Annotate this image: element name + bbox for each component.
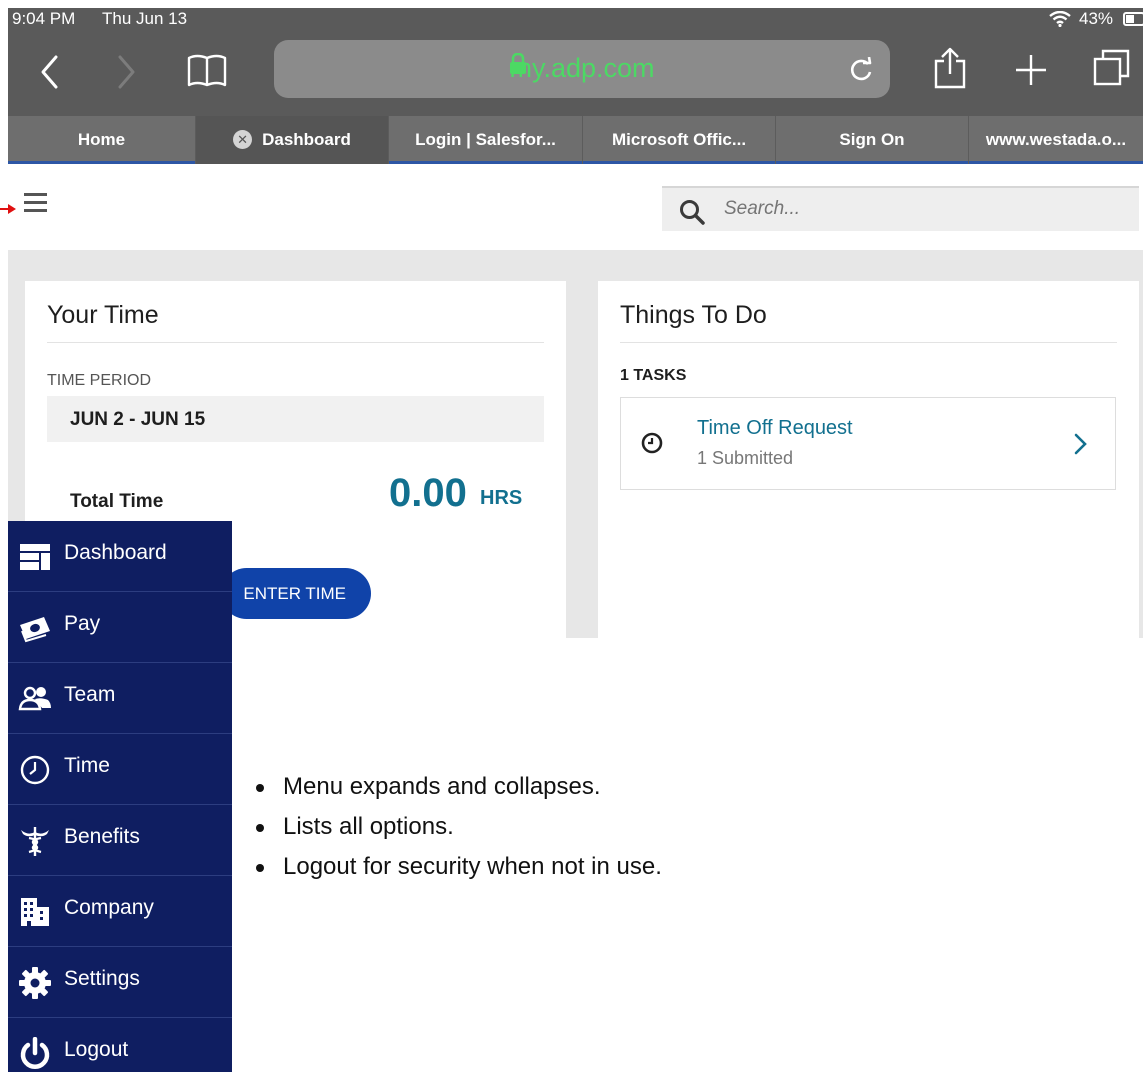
menu-label: Benefits — [64, 825, 140, 848]
clock-icon — [641, 432, 663, 454]
tab-salesforce[interactable]: Login | Salesfor... — [389, 116, 583, 164]
tab-label: Microsoft Offic... — [611, 130, 747, 149]
menu-item-logout[interactable]: Logout — [8, 1018, 232, 1089]
task-item-time-off-request[interactable]: Time Off Request 1 Submitted — [620, 397, 1116, 490]
menu-label: Team — [64, 683, 116, 706]
battery-percentage: 43% — [1079, 9, 1114, 28]
menu-label: Settings — [64, 967, 140, 990]
hamburger-menu-icon[interactable] — [24, 193, 47, 213]
status-date: Thu Jun 13 — [102, 9, 188, 28]
reload-icon[interactable] — [848, 57, 874, 83]
tab-label: Sign On — [839, 130, 905, 149]
divider — [620, 342, 1117, 343]
hours-unit: HRS — [480, 487, 523, 509]
caduceus-icon — [21, 827, 49, 856]
battery-icon — [1123, 12, 1143, 26]
hours-value: 0.00 — [389, 471, 467, 515]
menu-item-dashboard[interactable]: Dashboard — [8, 521, 232, 592]
clock-icon — [20, 755, 50, 785]
tab-label: Dashboard — [262, 130, 351, 149]
menu-label: Company — [64, 896, 154, 919]
forward-icon[interactable] — [116, 54, 138, 90]
menu-item-team[interactable]: Team — [8, 663, 232, 734]
new-tab-icon[interactable] — [1013, 52, 1049, 88]
lock-icon — [510, 53, 527, 74]
menu-item-benefits[interactable]: Benefits — [8, 805, 232, 876]
back-icon[interactable] — [38, 54, 60, 90]
search-icon[interactable] — [679, 199, 705, 225]
note-item: Menu expands and collapses. — [254, 771, 662, 811]
tab-dashboard[interactable]: ✕ Dashboard — [196, 116, 389, 164]
tasks-count-label: 1 TASKS — [620, 367, 687, 384]
time-period-box: JUN 2 - JUN 15 — [47, 396, 544, 442]
wifi-icon — [1049, 11, 1071, 27]
tab-label: Login | Salesfor... — [415, 130, 556, 149]
url: my.adp.com — [509, 53, 655, 83]
address-bar[interactable]: my.adp.com — [274, 40, 890, 98]
team-icon — [18, 686, 51, 711]
tab-label: Home — [77, 130, 126, 149]
menu-label: Pay — [64, 612, 101, 635]
card-title: Your Time — [47, 301, 159, 329]
tab-strip: Home ✕ Dashboard Login | Salesfor... Micr… — [8, 116, 1143, 164]
menu-item-settings[interactable]: Settings — [8, 947, 232, 1018]
money-icon — [20, 617, 50, 643]
annotation-notes: Menu expands and collapses. Lists all op… — [254, 771, 662, 891]
note-item: Logout for security when not in use. — [254, 851, 662, 891]
menu-label: Time — [64, 754, 110, 777]
things-to-do-card: Things To Do 1 TASKS Time Off Request 1 … — [598, 281, 1139, 638]
tab-sign-on[interactable]: Sign On — [776, 116, 969, 164]
status-time: 9:04 PM — [12, 9, 76, 28]
side-menu: Dashboard Pay Team Time Benefits Company… — [8, 521, 232, 1072]
tab-westada[interactable]: www.westada.o... — [969, 116, 1143, 164]
menu-label: Dashboard — [64, 541, 167, 564]
gear-icon — [19, 967, 51, 999]
close-tab-icon[interactable]: ✕ — [233, 130, 253, 149]
search-bar — [662, 186, 1139, 231]
total-time-label: Total Time — [70, 491, 164, 512]
tab-microsoft-office[interactable]: Microsoft Offic... — [583, 116, 776, 164]
building-icon — [21, 898, 49, 926]
note-item: Lists all options. — [254, 811, 662, 851]
share-icon[interactable] — [933, 46, 967, 90]
menu-label: Logout — [64, 1038, 129, 1061]
search-input[interactable] — [724, 198, 1104, 220]
annotation-arrow-icon — [0, 204, 16, 214]
power-icon — [20, 1037, 50, 1069]
enter-time-button[interactable]: ENTER TIME — [221, 568, 371, 619]
chevron-right-icon[interactable] — [1073, 432, 1089, 456]
time-period-value: JUN 2 - JUN 15 — [70, 409, 206, 430]
tab-home[interactable]: Home — [8, 116, 196, 164]
url-text: my.adp.com — [274, 53, 890, 84]
task-status: 1 Submitted — [697, 448, 794, 468]
browser-toolbar: my.adp.com — [8, 30, 1143, 116]
card-title: Things To Do — [620, 301, 767, 329]
tabs-overview-icon[interactable] — [1092, 48, 1132, 88]
menu-item-company[interactable]: Company — [8, 876, 232, 947]
menu-item-time[interactable]: Time — [8, 734, 232, 805]
bookmarks-icon[interactable] — [186, 52, 228, 88]
dashboard-icon — [20, 544, 50, 570]
divider — [47, 342, 544, 343]
tab-label: www.westada.o... — [985, 130, 1127, 149]
menu-item-pay[interactable]: Pay — [8, 592, 232, 663]
status-bar: 9:04 PM Thu Jun 13 43% — [8, 8, 1143, 30]
time-period-label: TIME PERIOD — [47, 372, 152, 389]
task-title: Time Off Request — [697, 417, 853, 439]
